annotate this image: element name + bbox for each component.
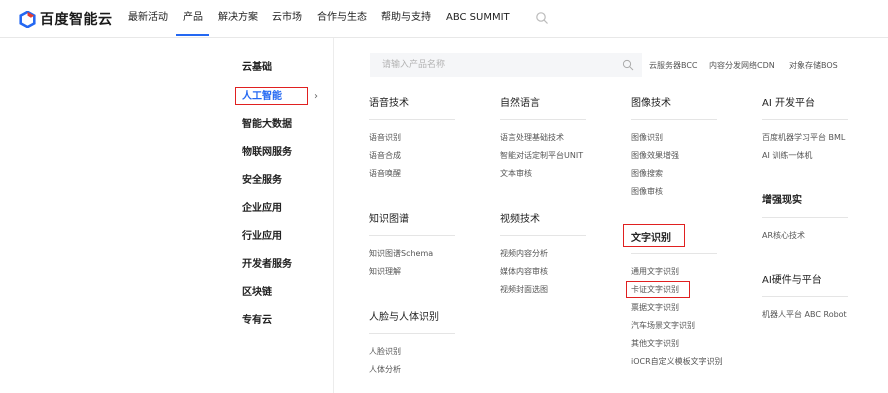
link-speech-recognition[interactable]: 语音识别: [369, 132, 401, 144]
category-security[interactable]: 安全服务: [242, 174, 282, 188]
link-receipt-ocr[interactable]: 票据文字识别: [631, 302, 679, 314]
search-icon[interactable]: [622, 59, 634, 71]
link-image-recognition[interactable]: 图像识别: [631, 132, 663, 144]
group-divider: [762, 119, 848, 120]
group-title-nlp[interactable]: 自然语言: [500, 97, 540, 111]
nav-products[interactable]: 产品: [183, 11, 203, 25]
link-media-review[interactable]: 媒体内容审核: [500, 266, 548, 278]
group-title-image[interactable]: 图像技术: [631, 97, 671, 111]
category-developer-services[interactable]: 开发者服务: [242, 258, 292, 272]
quick-link-bcc[interactable]: 云服务器BCC: [649, 60, 698, 72]
quick-link-bos[interactable]: 对象存储BOS: [789, 60, 838, 72]
link-abc-robot[interactable]: 机器人平台 ABC Robot: [762, 309, 847, 321]
nav-marketplace[interactable]: 云市场: [272, 11, 302, 25]
highlight-box-card-ocr: [626, 281, 690, 298]
logo-text: 百度智能云: [40, 12, 113, 28]
nav-solutions[interactable]: 解决方案: [218, 11, 258, 25]
product-search-input[interactable]: [370, 53, 620, 77]
nav-help-support[interactable]: 帮助与支持: [381, 11, 431, 25]
link-image-review[interactable]: 图像审核: [631, 186, 663, 198]
link-face-recognition[interactable]: 人脸识别: [369, 346, 401, 358]
group-title-video[interactable]: 视频技术: [500, 213, 540, 227]
group-divider: [500, 235, 586, 236]
link-other-ocr[interactable]: 其他文字识别: [631, 338, 679, 350]
group-title-ar[interactable]: 增强现实: [762, 194, 802, 208]
link-image-search[interactable]: 图像搜索: [631, 168, 663, 180]
group-title-voice[interactable]: 语音技术: [369, 97, 409, 111]
link-video-cover[interactable]: 视频封面选图: [500, 284, 548, 296]
link-ar-core[interactable]: AR核心技术: [762, 230, 805, 242]
category-industry-apps[interactable]: 行业应用: [242, 230, 282, 244]
group-title-face-body[interactable]: 人脸与人体识别: [369, 311, 439, 325]
group-title-ai-hardware[interactable]: AI硬件与平台: [762, 274, 822, 288]
group-divider: [631, 253, 717, 254]
category-private-cloud[interactable]: 专有云: [242, 314, 272, 328]
highlight-box-ocr-title: [623, 224, 685, 247]
link-video-analysis[interactable]: 视频内容分析: [500, 248, 548, 260]
group-divider: [369, 119, 455, 120]
group-divider: [631, 119, 717, 120]
panel-divider: [333, 38, 334, 393]
category-enterprise-apps[interactable]: 企业应用: [242, 202, 282, 216]
search-icon[interactable]: [535, 11, 549, 25]
nav-abc-summit[interactable]: ABC SUMMIT: [446, 11, 510, 25]
group-title-ai-dev-platform[interactable]: AI 开发平台: [762, 97, 815, 111]
link-iocr-template[interactable]: iOCR自定义模板文字识别: [631, 356, 723, 368]
top-navigation-bar: 百度智能云 最新活动 产品 解决方案 云市场 合作与生态 帮助与支持 ABC S…: [0, 0, 888, 38]
chevron-right-icon: ›: [314, 91, 318, 102]
category-blockchain[interactable]: 区块链: [242, 286, 272, 300]
link-general-ocr[interactable]: 通用文字识别: [631, 266, 679, 278]
group-title-knowledge-graph[interactable]: 知识图谱: [369, 213, 409, 227]
nav-latest-activity[interactable]: 最新活动: [128, 11, 168, 25]
baidu-cloud-logo[interactable]: 百度智能云: [19, 9, 113, 29]
link-nlp-basic[interactable]: 语言处理基础技术: [500, 132, 564, 144]
link-image-enhance[interactable]: 图像效果增强: [631, 150, 679, 162]
active-nav-indicator: [176, 34, 209, 36]
link-ai-training-machine[interactable]: AI 训练一体机: [762, 150, 812, 162]
link-vehicle-ocr[interactable]: 汽车场景文字识别: [631, 320, 695, 332]
group-divider: [500, 119, 586, 120]
cloud-logo-icon: [19, 10, 36, 28]
link-text-review[interactable]: 文本审核: [500, 168, 532, 180]
link-unit-platform[interactable]: 智能对话定制平台UNIT: [500, 150, 583, 162]
quick-link-cdn[interactable]: 内容分发网络CDN: [709, 60, 775, 72]
highlight-box-ai-category: [235, 87, 308, 105]
product-search-box: [370, 53, 642, 77]
link-body-analysis[interactable]: 人体分析: [369, 364, 401, 376]
group-divider: [369, 333, 455, 334]
link-knowledge-understanding[interactable]: 知识理解: [369, 266, 401, 278]
link-kg-schema[interactable]: 知识图谱Schema: [369, 248, 433, 260]
category-iot[interactable]: 物联网服务: [242, 146, 292, 160]
category-cloud-basics[interactable]: 云基础: [242, 61, 272, 75]
link-speech-synthesis[interactable]: 语音合成: [369, 150, 401, 162]
nav-partners[interactable]: 合作与生态: [317, 11, 367, 25]
group-divider: [369, 235, 455, 236]
link-bml[interactable]: 百度机器学习平台 BML: [762, 132, 845, 144]
category-big-data[interactable]: 智能大数据: [242, 118, 292, 132]
group-divider: [762, 217, 848, 218]
group-divider: [762, 296, 848, 297]
link-voice-wakeup[interactable]: 语音唤醒: [369, 168, 401, 180]
